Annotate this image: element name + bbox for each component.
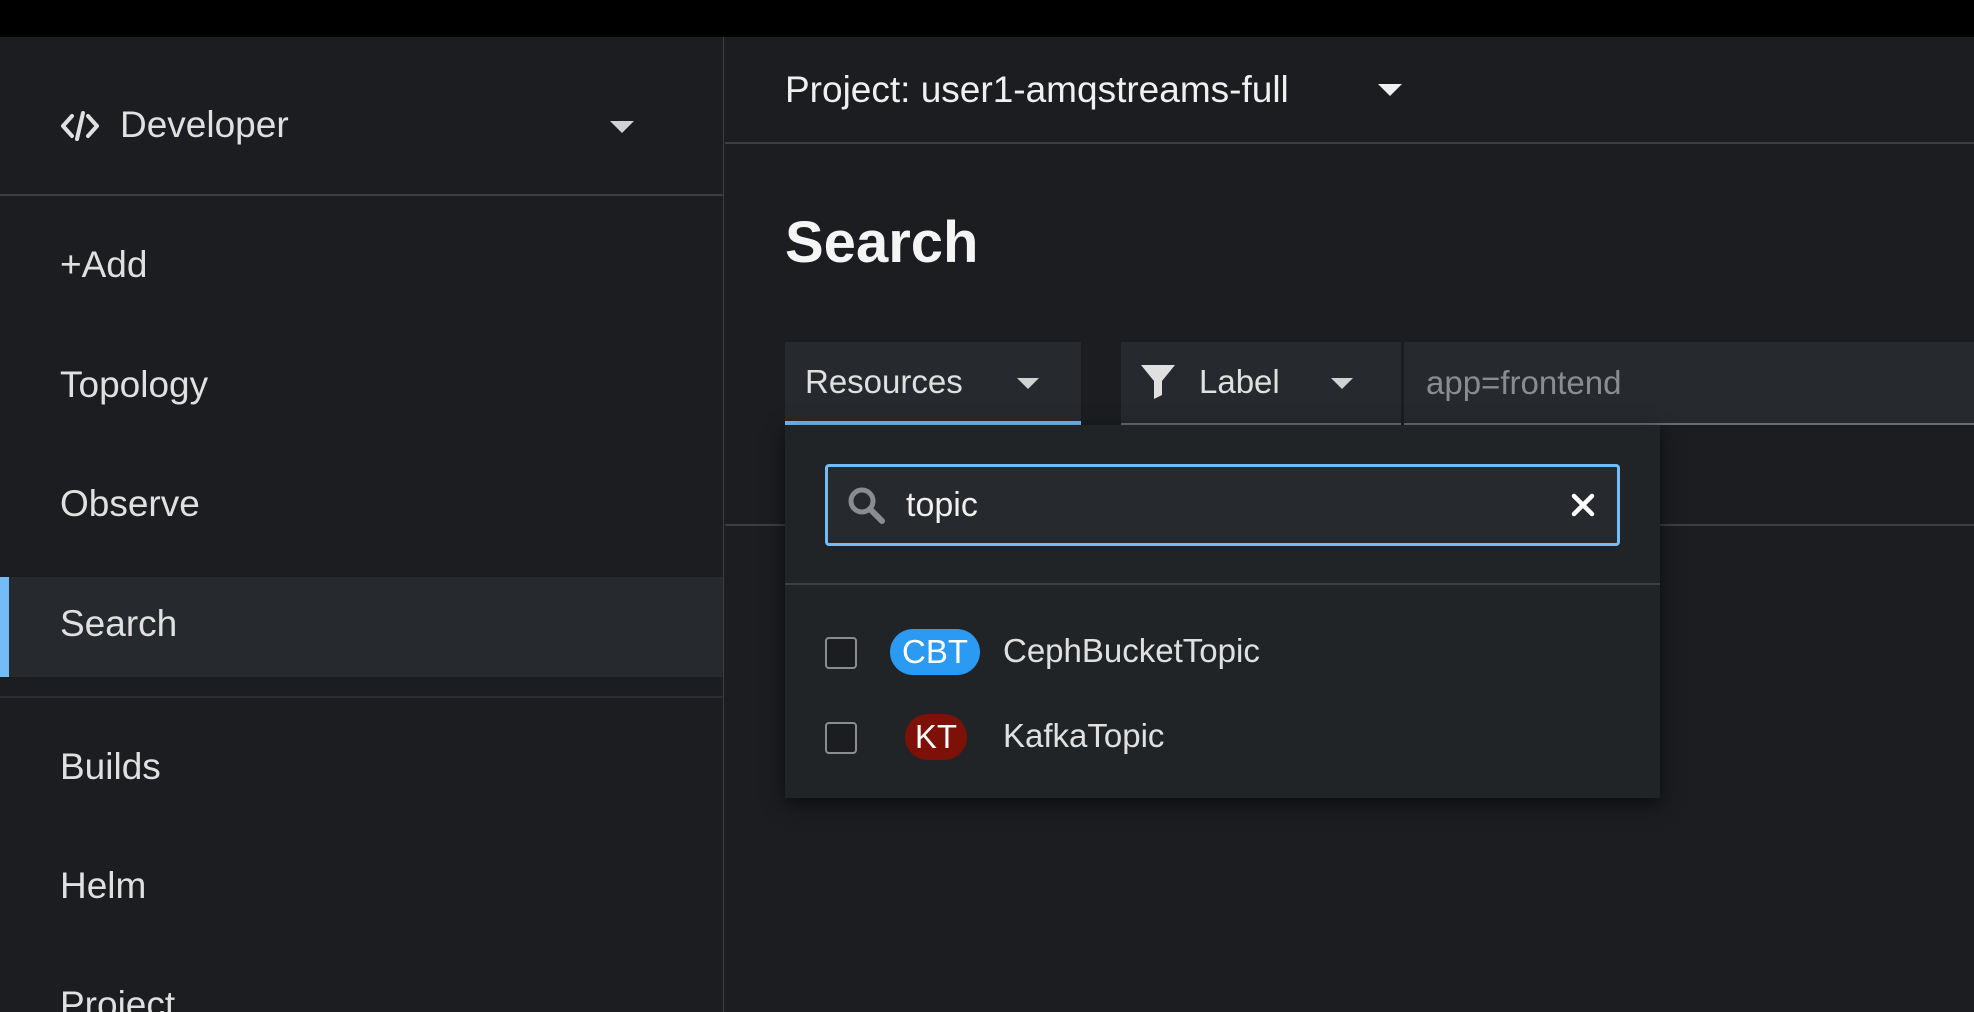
search-icon	[848, 487, 885, 524]
resources-dropdown-menu: CBT CephBucketTopic KT KafkaTopic	[785, 425, 1660, 798]
sidebar: Developer +Add Topology Observe Search B…	[0, 37, 724, 1012]
label-filter-input[interactable]	[1404, 342, 1974, 425]
sidebar-item-label: Topology	[60, 364, 209, 405]
nav-divider	[0, 696, 723, 698]
option-checkbox[interactable]	[825, 722, 857, 754]
resource-search-input[interactable]	[906, 467, 1526, 543]
project-label: Project: user1-amqstreams-full	[785, 69, 1289, 110]
perspective-switcher[interactable]: Developer	[0, 37, 723, 196]
main-content: Project: user1-amqstreams-full Search Re…	[725, 37, 1974, 1012]
dropdown-divider	[785, 583, 1660, 585]
sidebar-item-project[interactable]: Project	[0, 959, 723, 1012]
perspective-label: Developer	[120, 104, 289, 145]
resource-option-label: CephBucketTopic	[1003, 632, 1260, 669]
resource-option-label: KafkaTopic	[1003, 717, 1165, 754]
resource-badge: CBT	[890, 629, 980, 675]
caret-down-icon	[1017, 378, 1039, 389]
sidebar-item-observe[interactable]: Observe	[0, 457, 723, 557]
filter-type-label: Label	[1199, 363, 1280, 400]
sidebar-item-topology[interactable]: Topology	[0, 337, 723, 437]
resource-search-box[interactable]	[825, 464, 1620, 546]
sidebar-item-search[interactable]: Search	[0, 577, 723, 677]
resources-label: Resources	[805, 363, 963, 400]
sidebar-item-helm[interactable]: Helm	[0, 839, 723, 939]
sidebar-item-label: Helm	[60, 865, 147, 906]
sidebar-item-add[interactable]: +Add	[0, 217, 723, 317]
sidebar-item-label: Search	[60, 603, 178, 644]
caret-down-icon	[610, 121, 634, 133]
caret-down-icon	[1331, 378, 1353, 389]
resource-option[interactable]: KT KafkaTopic	[785, 700, 1660, 780]
sidebar-item-builds[interactable]: Builds	[0, 719, 723, 819]
sidebar-item-label: Observe	[60, 483, 200, 524]
project-selector[interactable]: Project: user1-amqstreams-full	[725, 37, 1974, 144]
sidebar-item-label: Project	[60, 984, 176, 1012]
resources-dropdown-toggle[interactable]: Resources	[785, 342, 1081, 425]
close-icon[interactable]	[1568, 490, 1598, 520]
caret-down-icon	[1378, 84, 1402, 96]
page-title: Search	[785, 210, 979, 275]
option-checkbox[interactable]	[825, 637, 857, 669]
filter-icon	[1141, 365, 1175, 399]
masthead	[0, 0, 1974, 37]
filter-type-toggle[interactable]: Label	[1121, 342, 1401, 425]
resource-option[interactable]: CBT CephBucketTopic	[785, 615, 1660, 695]
resource-badge: KT	[905, 714, 967, 760]
sidebar-item-label: Builds	[60, 746, 161, 787]
sidebar-item-label: +Add	[60, 244, 148, 285]
code-icon	[61, 111, 99, 141]
